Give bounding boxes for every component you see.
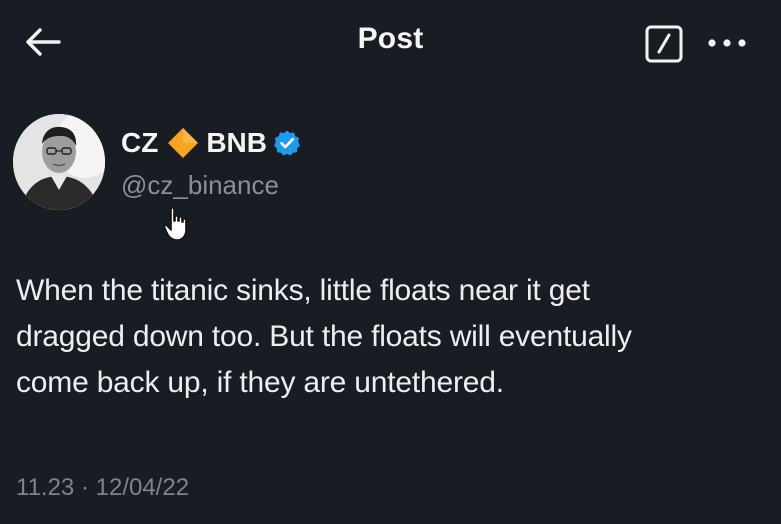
- hand-pointer-cursor-icon: [163, 207, 187, 241]
- more-options-button[interactable]: [704, 26, 750, 60]
- avatar-photo: [13, 114, 105, 210]
- verified-badge-icon: [274, 130, 300, 156]
- more-horizontal-icon: [708, 39, 746, 47]
- author-name[interactable]: CZ BNB: [121, 126, 301, 160]
- edit-button[interactable]: [644, 24, 684, 64]
- meta-separator: ·: [80, 474, 89, 501]
- top-bar: Post: [0, 0, 781, 84]
- post-timestamp: 11.23 · 12/04/22: [16, 474, 189, 502]
- author-name-first: CZ: [121, 127, 159, 158]
- author-handle[interactable]: @cz_binance: [121, 170, 279, 201]
- post-screen: Post CZ BNB @cz_binance When the titanic…: [0, 0, 781, 524]
- post-date: 12/04/22: [95, 474, 190, 501]
- post-time: 11.23: [16, 474, 75, 501]
- post-text-line: come back up, if they are untethered.: [16, 366, 504, 399]
- post-text-line: When the titanic sinks, little floats ne…: [16, 274, 590, 307]
- avatar[interactable]: [13, 114, 105, 210]
- orange-diamond-icon: [168, 128, 199, 158]
- edit-square-icon: [645, 25, 683, 63]
- post-text: When the titanic sinks, little floats ne…: [16, 268, 756, 406]
- author-name-last: BNB: [206, 127, 267, 158]
- post-text-line: dragged down too. But the floats will ev…: [16, 320, 632, 353]
- post-author: CZ BNB @cz_binance: [13, 114, 713, 241]
